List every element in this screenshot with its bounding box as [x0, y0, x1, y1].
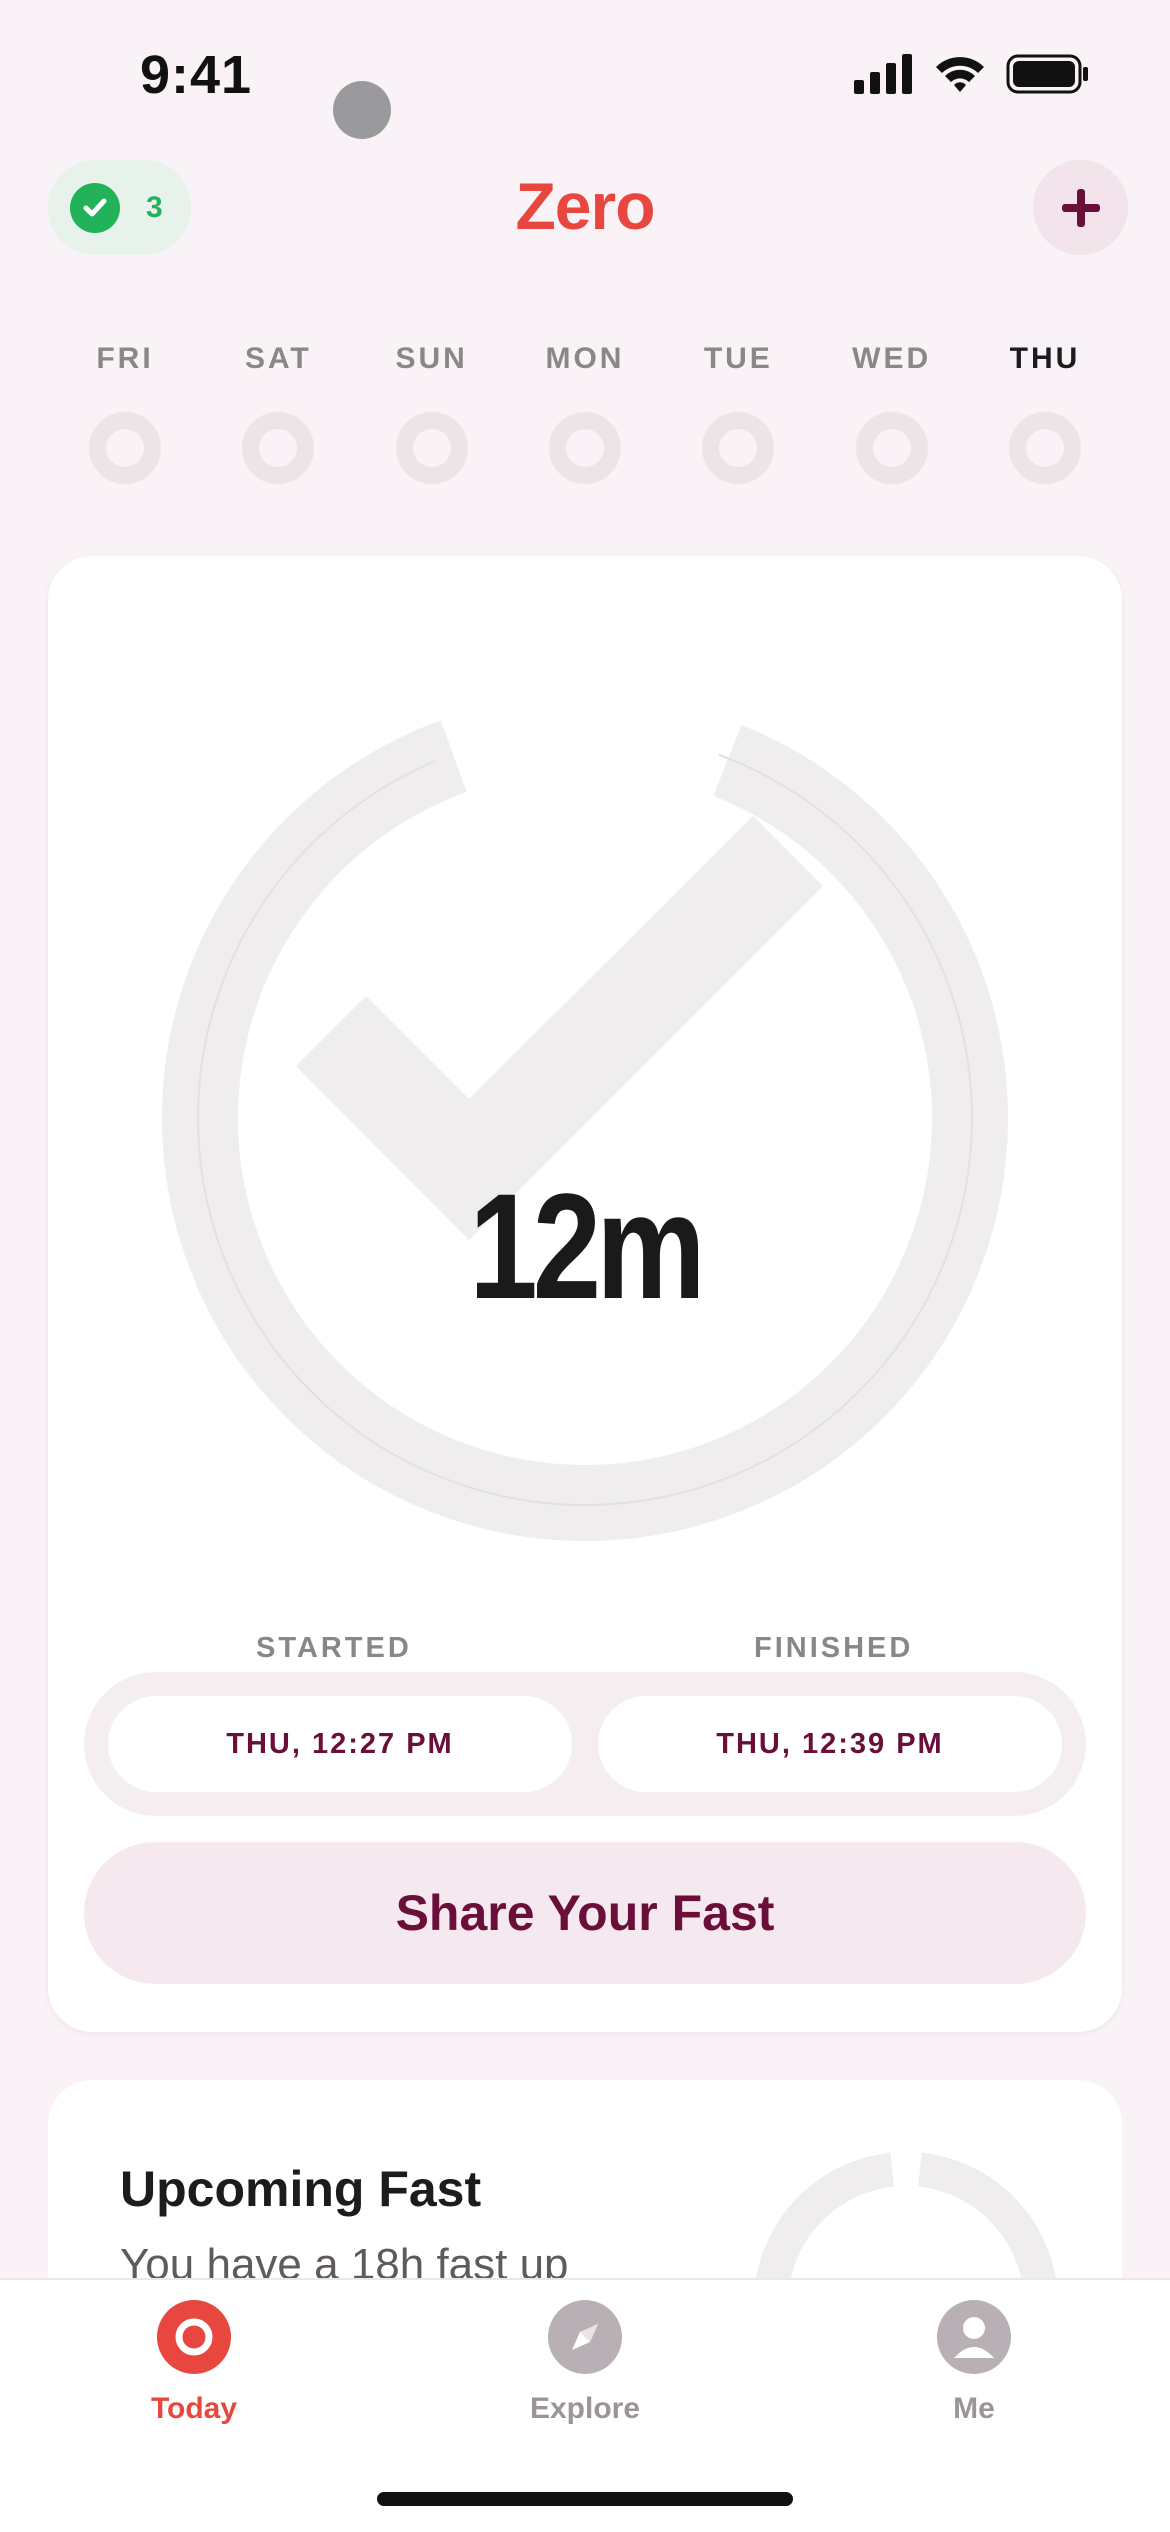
app-title: Zero	[515, 169, 655, 243]
status-icons	[854, 54, 1090, 94]
day-progress-ring	[242, 412, 315, 484]
day-item[interactable]: SUN	[384, 342, 480, 484]
share-fast-button[interactable]: Share Your Fast	[84, 1842, 1086, 1984]
day-progress-ring	[548, 412, 621, 484]
day-item[interactable]: SAT	[230, 342, 326, 484]
tab-bar: Today Explore Me	[0, 2278, 1170, 2532]
battery-icon	[1006, 54, 1088, 94]
day-label: TUE	[703, 342, 773, 375]
status-time: 9:41	[140, 45, 253, 105]
elapsed-time: 12m	[469, 1162, 705, 1330]
day-progress-ring	[1008, 412, 1081, 484]
status-bar: 9:41	[0, 0, 1170, 150]
fast-complete-ring	[162, 695, 1008, 1541]
day-progress-ring	[395, 412, 468, 484]
day-progress-ring	[855, 412, 928, 484]
tab-explore[interactable]: Explore	[485, 2300, 685, 2426]
day-item-today[interactable]: THU	[997, 342, 1093, 484]
person-icon	[937, 2300, 1011, 2374]
day-label: THU	[1009, 342, 1081, 375]
started-label: STARTED	[256, 1632, 412, 1664]
compass-icon	[548, 2300, 622, 2374]
day-item[interactable]: WED	[844, 342, 940, 484]
day-item[interactable]: FRI	[77, 342, 173, 484]
signal-icon	[854, 54, 912, 94]
day-label: MON	[545, 342, 625, 375]
today-icon	[157, 2300, 231, 2374]
tab-label: Explore	[529, 2392, 641, 2425]
day-label: WED	[852, 342, 932, 375]
day-progress-ring	[702, 412, 775, 484]
day-label: SUN	[395, 342, 468, 375]
start-time-button[interactable]: THU, 12:27 PM	[108, 1696, 572, 1792]
day-label: SAT	[244, 342, 312, 375]
day-progress-ring	[89, 412, 161, 484]
tab-label: Me	[953, 2392, 995, 2425]
day-label: FRI	[96, 342, 154, 375]
camera-dot	[333, 81, 391, 139]
finished-label: FINISHED	[754, 1632, 914, 1664]
home-indicator[interactable]	[377, 2492, 793, 2506]
day-item[interactable]: MON	[537, 342, 633, 484]
wifi-icon	[936, 57, 984, 92]
plus-icon	[1061, 188, 1100, 227]
week-strip: FRI SAT SUN MON TUE WED THU	[77, 342, 1093, 484]
upcoming-title: Upcoming Fast	[120, 2161, 482, 2217]
add-button[interactable]	[1033, 160, 1128, 255]
day-item[interactable]: TUE	[690, 342, 786, 484]
finish-time-button[interactable]: THU, 12:39 PM	[598, 1696, 1062, 1792]
tab-me[interactable]: Me	[874, 2300, 1074, 2426]
tab-label: Today	[150, 2392, 238, 2425]
time-range-track: THU, 12:27 PM THU, 12:39 PM	[84, 1672, 1086, 1816]
fast-card: 12m STARTED FINISHED THU, 12:27 PM THU, …	[48, 556, 1122, 2032]
tab-today[interactable]: Today	[94, 2300, 294, 2426]
